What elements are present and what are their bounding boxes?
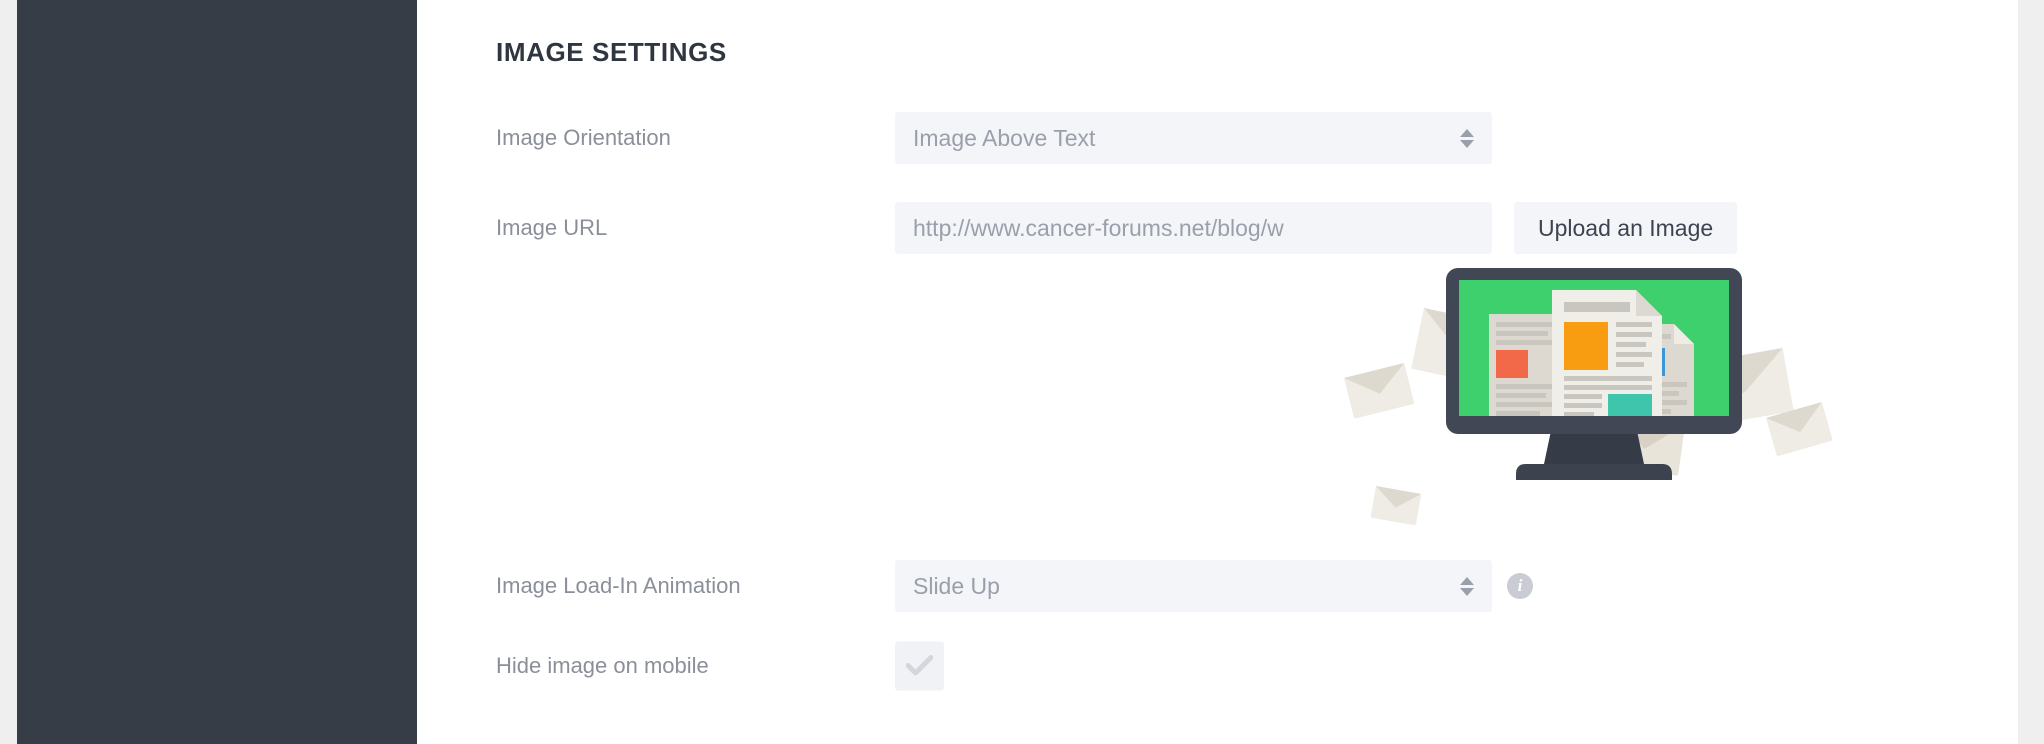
left-sidebar	[17, 0, 417, 744]
chevron-updown-icon[interactable]	[1460, 576, 1474, 596]
label-image-orientation: Image Orientation	[496, 125, 671, 150]
check-icon	[906, 655, 933, 676]
load-in-animation-value: Slide Up	[913, 572, 1000, 599]
page-title: IMAGE SETTINGS	[496, 37, 727, 67]
form-row-load-in-animation: Image Load-In Animation Slide Up i	[417, 560, 2018, 612]
label-image-url: Image URL	[496, 215, 608, 240]
image-orientation-select[interactable]: Image Above Text	[895, 112, 1492, 164]
load-in-animation-select[interactable]: Slide Up	[895, 560, 1492, 612]
paper-center	[1552, 290, 1662, 416]
form-row-image-url: Image URL Upload an Image	[417, 202, 2018, 254]
app-screen: IMAGE SETTINGS Image Orientation Image A…	[0, 0, 2044, 744]
info-icon[interactable]: i	[1507, 573, 1533, 599]
image-preview-illustration	[1284, 268, 1904, 538]
chevron-updown-icon[interactable]	[1460, 128, 1474, 148]
form-row-hide-on-mobile: Hide image on mobile	[417, 640, 2018, 692]
label-load-in-animation: Image Load-In Animation	[496, 573, 741, 598]
image-url-input[interactable]	[895, 202, 1492, 254]
image-orientation-value: Image Above Text	[913, 124, 1096, 151]
label-hide-on-mobile: Hide image on mobile	[496, 653, 709, 678]
image-settings-panel: IMAGE SETTINGS Image Orientation Image A…	[417, 0, 2018, 744]
hide-on-mobile-checkbox[interactable]	[895, 641, 944, 691]
upload-an-image-button[interactable]: Upload an Image	[1514, 202, 1738, 254]
form-row-image-orientation: Image Orientation Image Above Text	[417, 112, 2018, 164]
image-url-control	[895, 202, 1492, 254]
